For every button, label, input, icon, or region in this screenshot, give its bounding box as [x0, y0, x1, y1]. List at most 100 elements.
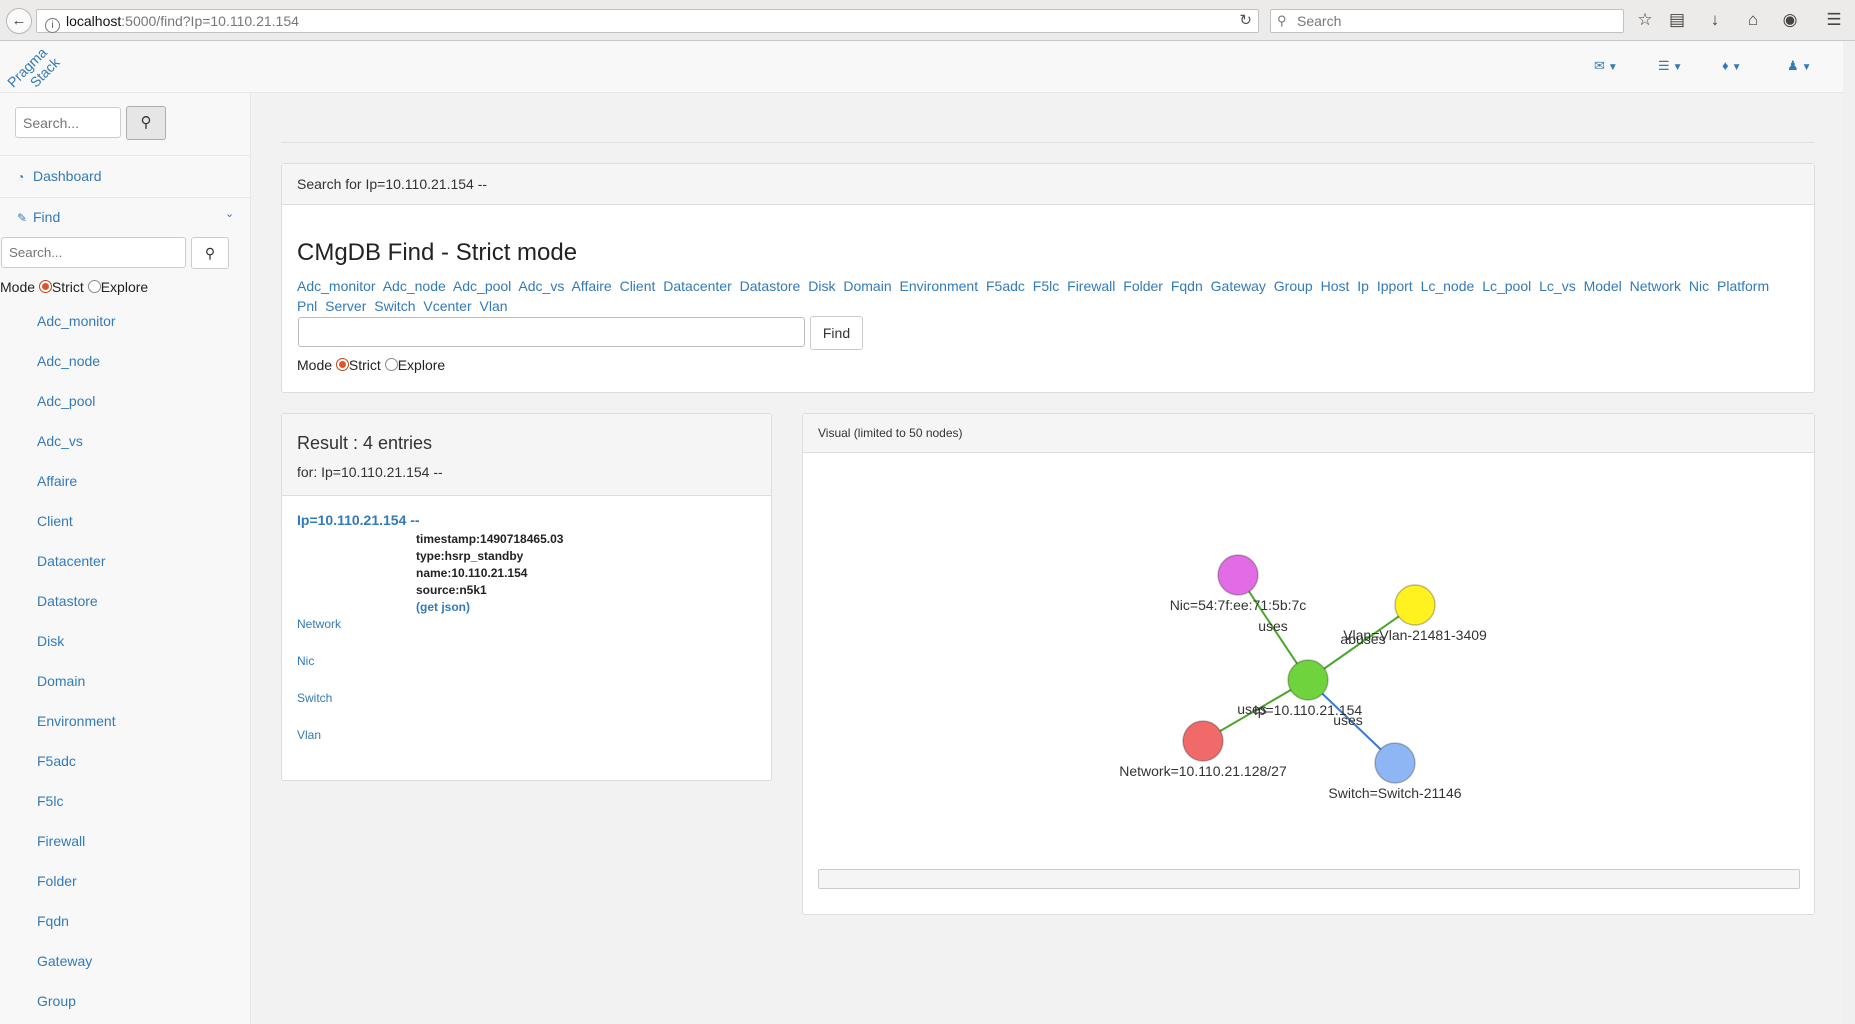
relation-link-nic[interactable]: Nic [297, 654, 314, 668]
download-icon[interactable]: ↓ [1704, 9, 1726, 31]
sidebar-item-adc-node[interactable]: Adc_node [37, 351, 116, 391]
alerts-dropdown[interactable]: ♦ ▼ [1722, 58, 1742, 73]
type-link-ip[interactable]: Ip [1357, 278, 1369, 294]
sidebar-item-f5lc[interactable]: F5lc [37, 791, 116, 831]
strict-radio[interactable] [38, 280, 52, 293]
sidebar-item-gateway[interactable]: Gateway [37, 951, 116, 991]
caret-down-icon: ▼ [1607, 62, 1618, 73]
type-link-model[interactable]: Model [1584, 278, 1622, 294]
relation-link-network[interactable]: Network [297, 617, 341, 631]
reload-icon[interactable]: ↻ [1239, 10, 1252, 32]
get-json-link[interactable]: (get json) [416, 600, 470, 614]
type-link-disk[interactable]: Disk [808, 278, 835, 294]
explore-radio[interactable] [384, 358, 398, 371]
type-link-adc-pool[interactable]: Adc_pool [453, 278, 511, 294]
url-path: :5000/find?Ip=10.110.21.154 [121, 13, 299, 29]
type-link-client[interactable]: Client [620, 278, 656, 294]
graph-node-network[interactable] [1182, 720, 1224, 762]
sidebar-item-datacenter[interactable]: Datacenter [37, 551, 116, 591]
type-link-lc-pool[interactable]: Lc_pool [1482, 278, 1531, 294]
strict-label: Strict [348, 357, 381, 373]
home-icon[interactable]: ⌂ [1742, 9, 1764, 31]
network-graph[interactable]: usesabusesusesusesIp=10.110.21.154Nic=54… [803, 453, 1814, 863]
sidebar-item-datastore[interactable]: Datastore [37, 591, 116, 631]
type-link-datastore[interactable]: Datastore [740, 278, 801, 294]
sidebar-search-button[interactable]: ⚲ [126, 106, 166, 140]
type-link-folder[interactable]: Folder [1123, 278, 1163, 294]
type-link-switch[interactable]: Switch [374, 298, 415, 314]
relation-link-vlan[interactable]: Vlan [297, 728, 321, 742]
type-link-group[interactable]: Group [1274, 278, 1313, 294]
type-link-pnl[interactable]: Pnl [297, 298, 317, 314]
chevron-down-icon[interactable]: ⌄ [225, 207, 234, 220]
type-link-datacenter[interactable]: Datacenter [663, 278, 731, 294]
result-entry-link[interactable]: Ip=10.110.21.154 -- [297, 512, 420, 528]
sidebar-item-affaire[interactable]: Affaire [37, 471, 116, 511]
tasks-dropdown[interactable]: ☰ ▼ [1658, 58, 1683, 74]
address-bar[interactable]: i localhost:5000/find?Ip=10.110.21.154 ↻ [36, 9, 1259, 33]
sidebar-item-adc-vs[interactable]: Adc_vs [37, 431, 116, 471]
graph-scrollbar[interactable] [818, 869, 1800, 889]
type-link-host[interactable]: Host [1321, 278, 1350, 294]
sidebar-item-disk[interactable]: Disk [37, 631, 116, 671]
sidebar-item-find[interactable]: ✎ Find [17, 209, 60, 225]
type-link-nic[interactable]: Nic [1689, 278, 1709, 294]
type-link-f5adc[interactable]: F5adc [986, 278, 1025, 294]
pocket-icon[interactable]: ◉ [1779, 9, 1801, 31]
relation-link-switch[interactable]: Switch [297, 691, 332, 705]
type-link-gateway[interactable]: Gateway [1211, 278, 1266, 294]
prop-source: source:n5k1 [416, 583, 487, 597]
graph-node-switch[interactable] [1374, 742, 1416, 784]
prop-name: name:10.110.21.154 [416, 566, 528, 580]
browser-search-input[interactable]: ⚲ Search [1270, 9, 1624, 33]
type-link-adc-monitor[interactable]: Adc_monitor [297, 278, 376, 294]
sidebar-item-firewall[interactable]: Firewall [37, 831, 116, 871]
graph-node-nic[interactable] [1217, 554, 1259, 596]
sidebar-item-folder[interactable]: Folder [37, 871, 116, 911]
type-link-vlan[interactable]: Vlan [480, 298, 508, 314]
type-link-adc-node[interactable]: Adc_node [383, 278, 446, 294]
type-link-network[interactable]: Network [1630, 278, 1681, 294]
sidebar-item-group[interactable]: Group [37, 991, 116, 1024]
graph-node-ip[interactable] [1287, 659, 1329, 701]
sidebar-item-client[interactable]: Client [37, 511, 116, 551]
find-search-button[interactable]: ⚲ [191, 237, 229, 269]
sidebar-search-input[interactable] [15, 107, 121, 138]
sidebar-item-environment[interactable]: Environment [37, 711, 116, 751]
sidebar-item-f5adc[interactable]: F5adc [37, 751, 116, 791]
type-link-ipport[interactable]: Ipport [1377, 278, 1413, 294]
strict-radio[interactable] [335, 358, 349, 371]
type-link-fqdn[interactable]: Fqdn [1171, 278, 1203, 294]
type-link-environment[interactable]: Environment [900, 278, 979, 294]
star-icon[interactable]: ☆ [1634, 9, 1656, 31]
back-arrow-icon[interactable]: ← [6, 8, 32, 34]
menu-icon[interactable]: ☰ [1823, 9, 1845, 31]
find-button[interactable]: Find [810, 316, 863, 350]
graph-node-vlan[interactable] [1394, 584, 1436, 626]
explore-radio[interactable] [87, 280, 101, 293]
type-link-f5lc[interactable]: F5lc [1033, 278, 1059, 294]
reader-list-icon[interactable]: ▤ [1666, 9, 1688, 31]
sidebar-item-fqdn[interactable]: Fqdn [37, 911, 116, 951]
type-link-platform[interactable]: Platform [1717, 278, 1769, 294]
type-link-lc-node[interactable]: Lc_node [1421, 278, 1475, 294]
find-search-input[interactable] [1, 237, 186, 268]
type-link-server[interactable]: Server [325, 298, 366, 314]
user-dropdown[interactable]: ♟ ▼ [1787, 58, 1812, 74]
result-panel: Result : 4 entries for: Ip=10.110.21.154… [281, 413, 772, 781]
messages-dropdown[interactable]: ✉ ▼ [1594, 58, 1618, 74]
type-link-vcenter[interactable]: Vcenter [423, 298, 471, 314]
type-link-lc-vs[interactable]: Lc_vs [1539, 278, 1576, 294]
sidebar-item-adc-monitor[interactable]: Adc_monitor [37, 311, 116, 351]
type-link-domain[interactable]: Domain [843, 278, 891, 294]
page-scrollbar[interactable] [1843, 41, 1855, 1024]
info-icon[interactable]: i [45, 18, 60, 33]
sidebar-item-dashboard[interactable]: ◔ Dashboard [17, 168, 102, 184]
sidebar-item-adc-pool[interactable]: Adc_pool [37, 391, 116, 431]
type-link-affaire[interactable]: Affaire [571, 278, 611, 294]
type-link-firewall[interactable]: Firewall [1067, 278, 1115, 294]
find-input[interactable] [298, 317, 805, 347]
caret-down-icon: ▼ [1672, 62, 1683, 73]
sidebar-item-domain[interactable]: Domain [37, 671, 116, 711]
type-link-adc-vs[interactable]: Adc_vs [518, 278, 564, 294]
